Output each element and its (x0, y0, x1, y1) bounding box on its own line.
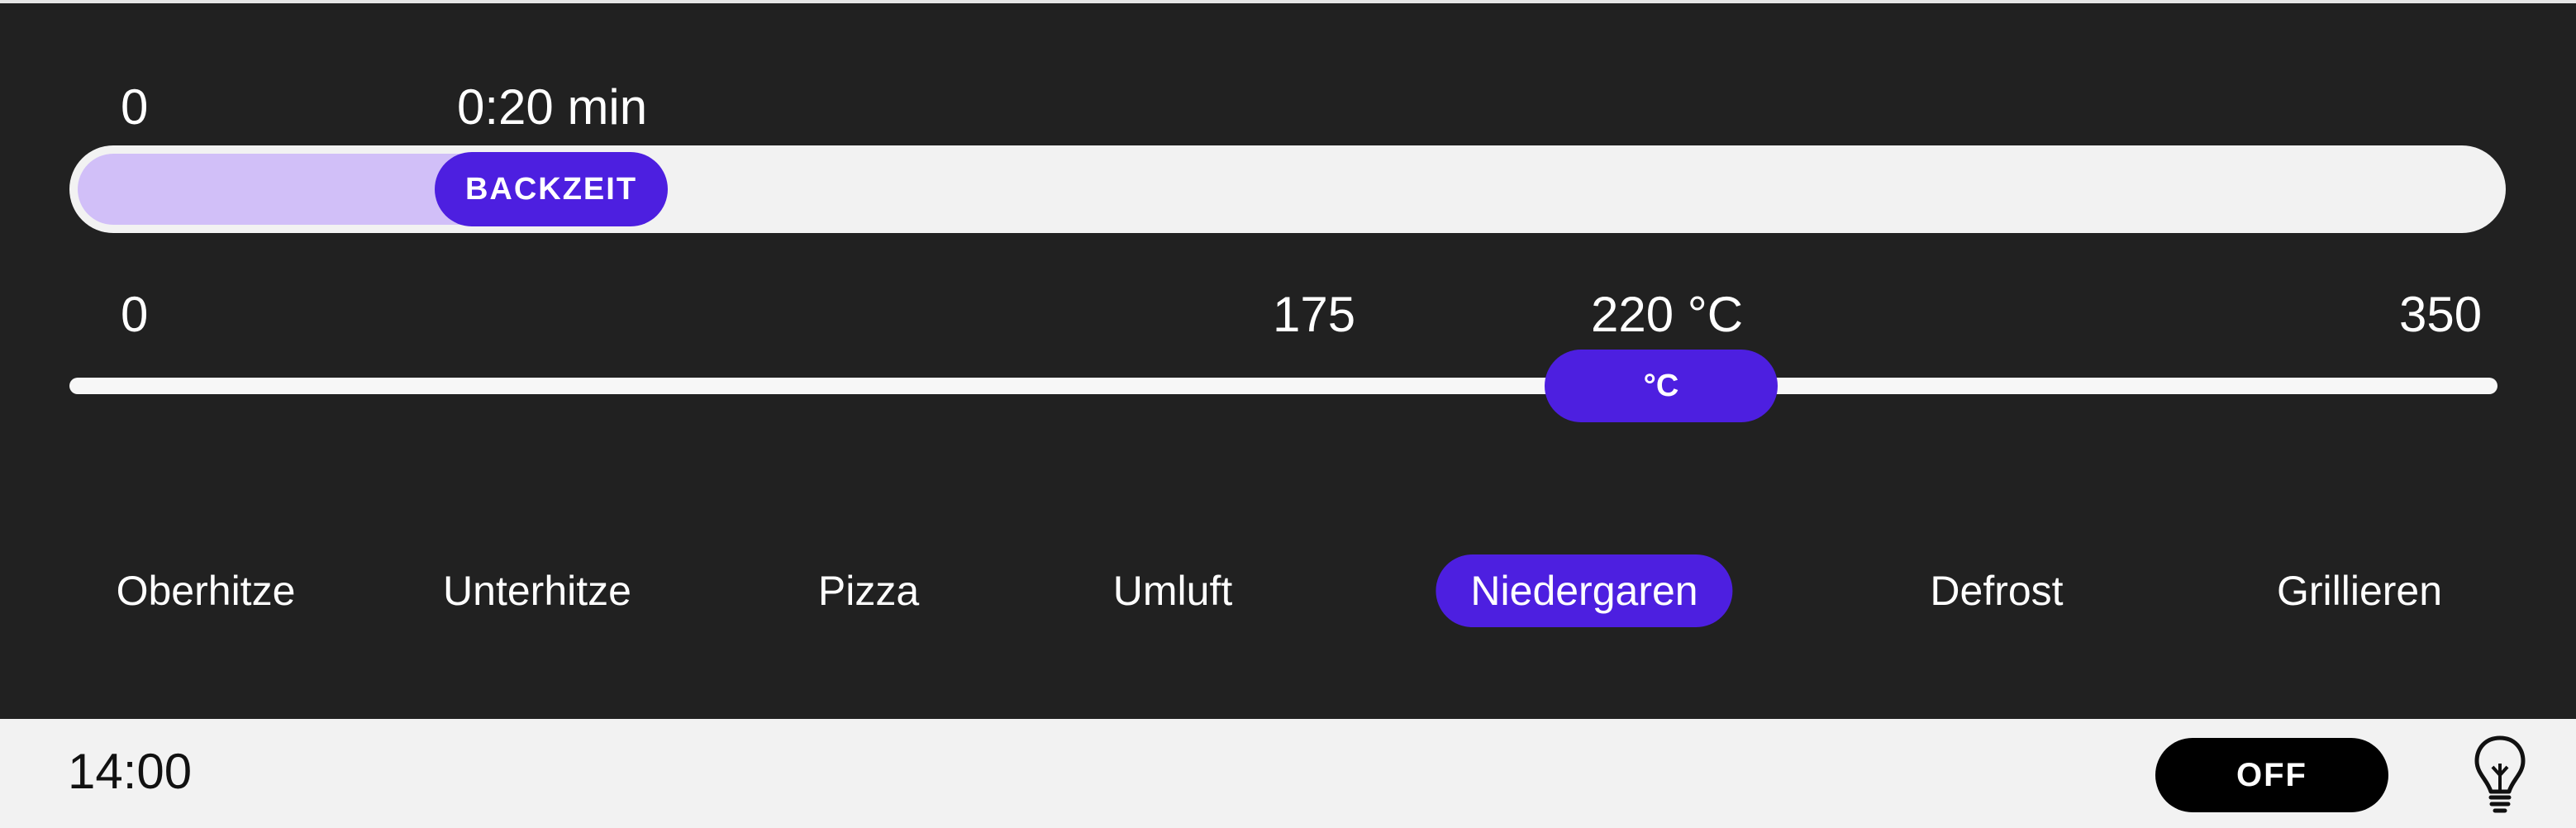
timer-value-label: 0:20 min (457, 79, 648, 135)
temp-mid-label: 175 (1273, 287, 1356, 342)
off-button[interactable]: OFF (2155, 738, 2388, 812)
temp-min-label: 0 (121, 287, 149, 342)
mode-oberhitze[interactable]: Oberhitze (117, 554, 296, 627)
mode-umluft[interactable]: Umluft (1113, 554, 1232, 627)
mode-pizza[interactable]: Pizza (818, 554, 919, 627)
temp-slider-track[interactable] (69, 378, 2497, 394)
temp-value-label: 220 °C (1591, 287, 1744, 342)
clock: 14:00 (68, 744, 193, 799)
top-edge (0, 0, 2576, 3)
mode-grillieren[interactable]: Grillieren (2277, 554, 2442, 627)
control-panel: 0 0:20 min BACKZEIT 0 175 220 °C 350 °C … (0, 0, 2576, 719)
temp-slider-thumb[interactable]: °C (1545, 350, 1778, 422)
timer-min-label: 0 (121, 79, 149, 135)
mode-defrost[interactable]: Defrost (1930, 554, 2063, 627)
timer-slider-thumb[interactable]: BACKZEIT (435, 152, 668, 226)
lightbulb-icon[interactable] (2471, 734, 2529, 816)
mode-niedergaren[interactable]: Niedergaren (1436, 554, 1733, 627)
mode-unterhitze[interactable]: Unterhitze (443, 554, 631, 627)
temp-max-label: 350 (2399, 287, 2483, 342)
